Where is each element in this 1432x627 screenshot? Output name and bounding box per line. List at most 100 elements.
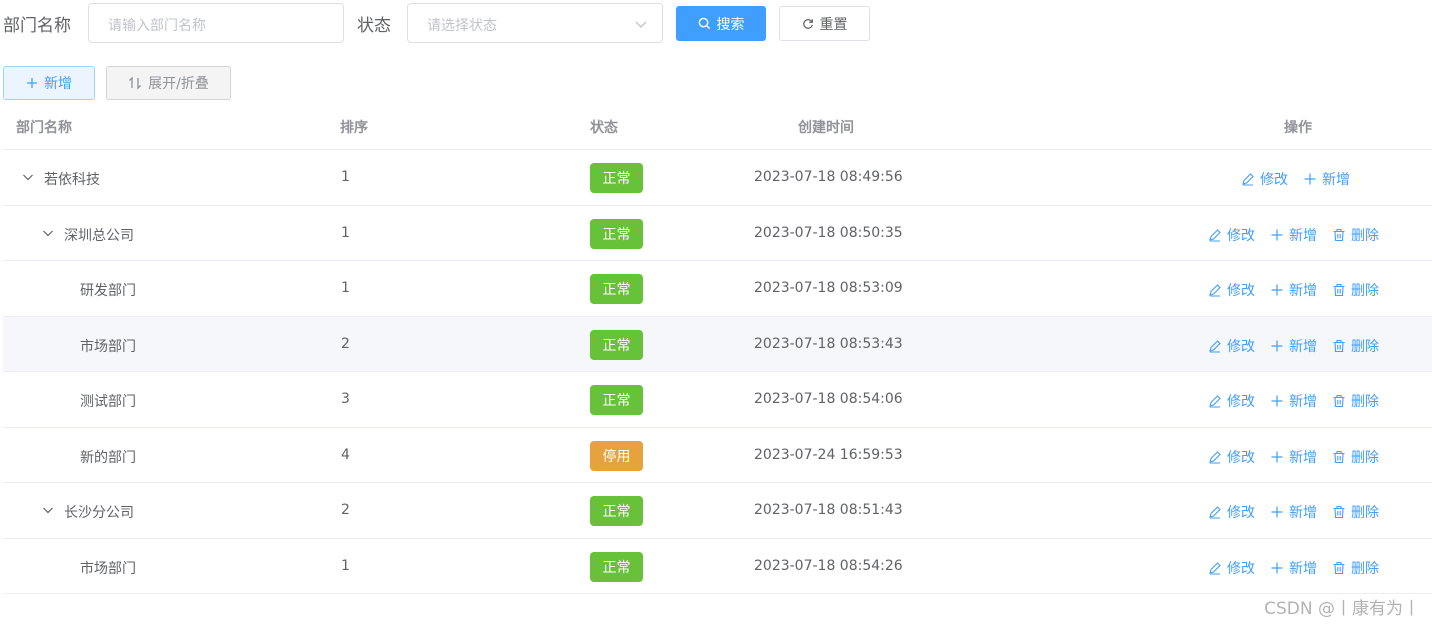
sort-icon <box>129 76 142 90</box>
status-select[interactable]: 请选择状态 <box>407 3 663 43</box>
status-badge: 正常 <box>590 163 643 193</box>
edit-button[interactable]: 修改 <box>1208 280 1255 300</box>
delete-button[interactable]: 删除 <box>1332 502 1379 522</box>
dept-name: 长沙分公司 <box>64 505 134 521</box>
dept-order: 4 <box>341 446 350 463</box>
plus-icon <box>1271 340 1283 351</box>
add-child-button[interactable]: 新增 <box>1270 447 1317 467</box>
delete-button[interactable]: 删除 <box>1332 391 1379 411</box>
trash-icon <box>1333 339 1345 352</box>
plus-icon <box>1271 284 1283 296</box>
edit-button[interactable]: 修改 <box>1208 336 1255 356</box>
add-child-button[interactable]: 新增 <box>1270 336 1317 356</box>
table-header: 部门名称 排序 状态 创建时间 操作 <box>3 100 1432 150</box>
trash-icon <box>1333 450 1345 463</box>
dept-name: 市场部门 <box>80 338 136 355</box>
trash-icon <box>1333 561 1345 574</box>
col-dept-name: 部门名称 <box>16 120 72 136</box>
col-actions: 操作 <box>1284 120 1312 136</box>
edit-label: 修改 <box>1227 394 1255 410</box>
dept-name: 新的部门 <box>80 449 136 466</box>
trash-icon <box>1333 394 1345 408</box>
row-actions: 修改 新增 删除 <box>1208 280 1379 300</box>
created-time: 2023-07-18 08:54:26 <box>754 557 903 574</box>
table-row[interactable]: 新的部门 4 停用 2023-07-24 16:59:53 修改 新增 删除 <box>3 428 1432 483</box>
add-child-button[interactable]: 新增 <box>1270 502 1317 522</box>
plus-icon <box>1304 173 1316 185</box>
dept-order: 1 <box>341 557 350 574</box>
row-actions: 修改 新增 删除 <box>1208 502 1379 522</box>
delete-button[interactable]: 删除 <box>1332 225 1379 245</box>
edit-label: 修改 <box>1227 560 1255 577</box>
add-dept-button[interactable]: 新增 <box>3 66 95 100</box>
status-badge: 正常 <box>590 551 643 582</box>
dept-name: 市场部门 <box>80 560 136 577</box>
table-row[interactable]: 市场部门 2 正常 2023-07-18 08:53:43 修改 新增 删除 <box>3 316 1432 372</box>
dept-tree-table: 部门名称 排序 状态 创建时间 操作 若依科技 1 正常 2023-07-18 … <box>3 100 1432 594</box>
edit-label: 修改 <box>1227 227 1255 244</box>
edit-icon <box>1209 450 1221 464</box>
search-form: 部门名称 请输入部门名称 状态 请选择状态 搜索 重置 <box>0 0 1432 46</box>
edit-icon <box>1209 284 1221 297</box>
row-actions: 修改 新增 删除 <box>1208 336 1379 356</box>
edit-icon <box>1209 228 1221 242</box>
delete-button[interactable]: 删除 <box>1332 336 1379 356</box>
add-child-button[interactable]: 新增 <box>1270 280 1317 300</box>
expand-collapse-label: 展开/折叠 <box>148 76 209 92</box>
table-row[interactable]: 测试部门 3 正常 2023-07-18 08:54:06 修改 新增 删除 <box>3 372 1432 428</box>
edit-button[interactable]: 修改 <box>1241 169 1288 189</box>
table-row[interactable]: 市场部门 1 正常 2023-07-18 08:54:26 修改 新增 删除 <box>3 539 1432 594</box>
delete-button[interactable]: 删除 <box>1332 447 1379 467</box>
created-time: 2023-07-18 08:54:06 <box>754 391 903 407</box>
edit-button[interactable]: 修改 <box>1208 558 1255 578</box>
trash-icon <box>1333 283 1345 297</box>
col-status: 状态 <box>590 120 618 136</box>
add-child-button[interactable]: 新增 <box>1270 391 1317 411</box>
add-child-button[interactable]: 新增 <box>1270 225 1317 245</box>
add-child-button[interactable]: 新增 <box>1270 558 1317 578</box>
edit-button[interactable]: 修改 <box>1208 502 1255 522</box>
edit-label: 修改 <box>1227 338 1255 355</box>
watermark: CSDN @丨康有为丨 <box>1264 599 1420 619</box>
delete-button[interactable]: 删除 <box>1332 558 1379 578</box>
created-time: 2023-07-24 16:59:53 <box>754 446 903 463</box>
plus-icon <box>1271 562 1283 573</box>
chevron-down-icon[interactable] <box>42 504 54 516</box>
trash-icon <box>1333 505 1345 519</box>
edit-button[interactable]: 修改 <box>1208 447 1255 467</box>
dept-name: 深圳总公司 <box>64 227 134 244</box>
trash-icon <box>1333 228 1345 241</box>
table-row[interactable]: 深圳总公司 1 正常 2023-07-18 08:50:35 修改 新增 删除 <box>3 206 1432 261</box>
add-label: 新增 <box>1289 227 1317 244</box>
delete-label: 删除 <box>1351 283 1379 299</box>
edit-icon <box>1209 395 1221 408</box>
reset-button[interactable]: 重置 <box>779 6 870 41</box>
row-actions: 修改 新增 <box>1241 169 1350 189</box>
plus-icon <box>1271 395 1283 407</box>
row-actions: 修改 新增 删除 <box>1208 391 1379 411</box>
dept-order: 1 <box>341 280 350 296</box>
dept-name-input[interactable]: 请输入部门名称 <box>88 3 344 43</box>
edit-icon <box>1209 506 1221 519</box>
table-row[interactable]: 长沙分公司 2 正常 2023-07-18 08:51:43 修改 新增 删除 <box>3 483 1432 539</box>
table-row[interactable]: 研发部门 1 正常 2023-07-18 08:53:09 修改 新增 删除 <box>3 261 1432 317</box>
col-order: 排序 <box>340 120 368 136</box>
search-icon <box>698 17 710 30</box>
search-button[interactable]: 搜索 <box>676 6 766 41</box>
table-row[interactable]: 若依科技 1 正常 2023-07-18 08:49:56 修改 新增 <box>3 150 1432 206</box>
expand-collapse-button[interactable]: 展开/折叠 <box>106 66 231 100</box>
edit-button[interactable]: 修改 <box>1208 391 1255 411</box>
edit-button[interactable]: 修改 <box>1208 225 1255 245</box>
dept-order: 1 <box>341 224 350 241</box>
chevron-down-icon[interactable] <box>22 171 34 183</box>
chevron-down-icon[interactable] <box>42 227 54 239</box>
edit-icon <box>1209 561 1221 575</box>
add-child-button[interactable]: 新增 <box>1303 169 1350 189</box>
refresh-icon <box>802 18 813 29</box>
delete-button[interactable]: 删除 <box>1332 280 1379 300</box>
dept-name-placeholder: 请输入部门名称 <box>108 18 206 34</box>
status-label: 状态 <box>357 16 391 36</box>
add-label: 新增 <box>1289 560 1317 577</box>
created-time: 2023-07-18 08:49:56 <box>754 169 903 185</box>
add-label: 新增 <box>1289 283 1317 299</box>
